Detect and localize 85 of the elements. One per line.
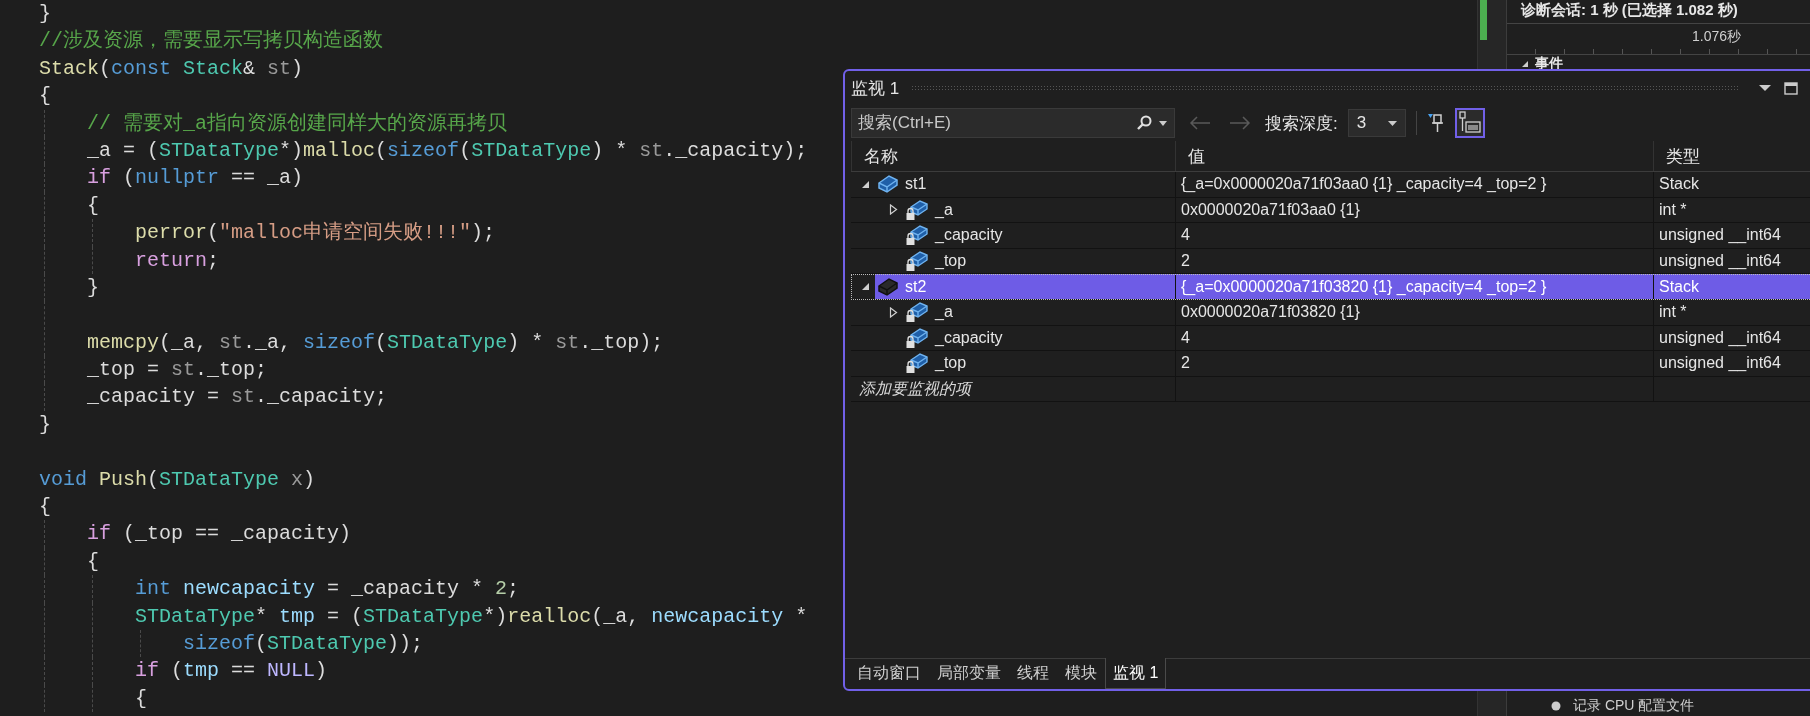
tab[interactable]: 监视 1 <box>1105 658 1167 689</box>
value-cell: {_a=0x0000020a71f03aa0 {1} _capacity=4 _top=2 } <box>1175 172 1653 197</box>
type-cell: unsigned __int64 <box>1653 223 1810 248</box>
code-line: _top = st._top; <box>86 357 268 384</box>
tab[interactable]: 自动窗口 <box>849 659 929 689</box>
variable-name: _capacity <box>935 226 1003 245</box>
value-cell: 2 <box>1175 351 1653 376</box>
record-cpu-item[interactable]: 记录 CPU 配置文件 <box>1573 697 1695 715</box>
code-line: { <box>86 192 99 219</box>
format-toggle-button[interactable] <box>1454 108 1485 138</box>
change-marker <box>1480 0 1487 40</box>
locked-cube-icon <box>905 224 929 247</box>
code-line: { <box>39 494 51 521</box>
variable-name: _top <box>935 354 967 373</box>
type-cell: Stack <box>1653 274 1810 299</box>
code-line: } <box>39 411 51 438</box>
type-cell: Stack <box>1653 172 1810 197</box>
pin-icon[interactable] <box>1426 112 1445 134</box>
search-depth-label: 搜索深度: <box>1265 112 1338 135</box>
maximize-icon[interactable] <box>1784 81 1798 95</box>
search-field[interactable]: 搜索(Ctrl+E) <box>851 108 1175 138</box>
code-line: if (nullptr == _a) <box>86 165 304 192</box>
column-header[interactable]: 值 <box>1175 141 1653 171</box>
cube-icon <box>877 174 899 195</box>
column-header[interactable]: 名称 <box>851 141 1175 171</box>
type-cell: int * <box>1653 197 1810 223</box>
session-title: 诊断会话: 1 秒 (已选择 1.082 秒) <box>1519 0 1739 20</box>
code-line: if (tmp == NULL) <box>134 658 328 685</box>
cube-icon <box>877 276 899 297</box>
value-cell: {_a=0x0000020a71f03820 {1} _capacity=4 _top=2 } <box>1175 274 1653 299</box>
locked-cube-icon <box>905 198 929 221</box>
tab[interactable]: 局部变量 <box>929 659 1009 689</box>
locked-cube-icon <box>905 326 929 349</box>
code-line: if (_top == _capacity) <box>86 521 352 548</box>
column-header[interactable]: 类型 <box>1653 141 1810 171</box>
tab[interactable]: 模块 <box>1057 659 1105 689</box>
expander-icon[interactable] <box>889 306 898 318</box>
bullet-icon <box>1551 701 1561 711</box>
value-cell: 2 <box>1175 248 1653 274</box>
value-cell: 4 <box>1175 223 1653 248</box>
type-cell: unsigned __int64 <box>1653 248 1810 274</box>
expander-icon[interactable] <box>861 281 870 293</box>
value-cell: 4 <box>1175 325 1653 351</box>
variable-name: _a <box>935 200 953 219</box>
variable-name: st1 <box>905 175 927 194</box>
locked-cube-icon <box>905 352 929 375</box>
add-watch-placeholder[interactable]: 添加要监视的项 <box>851 376 1175 402</box>
timeline-ruler: 1.076秒 <box>1507 23 1810 55</box>
code-line: _capacity = st._capacity; <box>86 384 388 411</box>
code-line: } <box>39 1 51 27</box>
code-line: memcpy(_a, st._a, sizeof(STDataType) * st._top); <box>86 329 664 356</box>
code-line: int newcapacity = _capacity * 2; <box>134 576 520 603</box>
code-line: sizeof(STDataType)); <box>182 631 424 657</box>
expander-icon[interactable] <box>889 204 898 216</box>
code-line: { <box>86 548 99 575</box>
variable-name: _a <box>935 303 953 322</box>
code-line: return; <box>134 247 220 274</box>
variable-name: _top <box>935 252 967 271</box>
code-line: } <box>86 274 99 301</box>
caret-icon[interactable] <box>1387 120 1397 126</box>
code-line: Stack(const Stack& st) <box>39 55 304 82</box>
window-title: 监视 1 <box>851 77 900 100</box>
locked-cube-icon <box>905 250 929 273</box>
section-label: 事件 <box>1535 55 1563 73</box>
variable-name: st2 <box>905 277 927 296</box>
code-line: perror("malloc申请空间失败!!!"); <box>134 220 496 247</box>
tab[interactable]: 线程 <box>1009 659 1057 689</box>
depth-dropdown[interactable]: 3 <box>1347 109 1406 137</box>
value-cell: 0x0000020a71f03aa0 {1} <box>1175 197 1653 223</box>
code-line: STDataType* tmp = (STDataType*)realloc(_a, newcapacity * <box>134 603 808 630</box>
code-line: void Push(STDataType x) <box>39 466 316 493</box>
type-cell: unsigned __int64 <box>1653 325 1810 351</box>
type-cell: unsigned __int64 <box>1653 351 1810 376</box>
code-line: //涉及资源，需要显示写拷贝构造函数 <box>39 28 383 55</box>
locked-cube-icon <box>905 301 929 324</box>
code-line: // 需要对_a指向资源创建同样大的资源再拷贝 <box>86 110 508 137</box>
value-cell: 0x0000020a71f03820 {1} <box>1175 299 1653 325</box>
variable-name: _capacity <box>935 328 1003 347</box>
code-line: { <box>134 685 148 712</box>
caret-icon[interactable] <box>1758 84 1772 92</box>
caret-icon[interactable] <box>1159 121 1167 126</box>
type-cell: int * <box>1653 299 1810 325</box>
code-line: _a = (STDataType*)malloc(sizeof(STDataType) * st._capacity); <box>86 137 808 164</box>
code-line: { <box>39 83 51 110</box>
search-icon[interactable] <box>1135 114 1153 132</box>
